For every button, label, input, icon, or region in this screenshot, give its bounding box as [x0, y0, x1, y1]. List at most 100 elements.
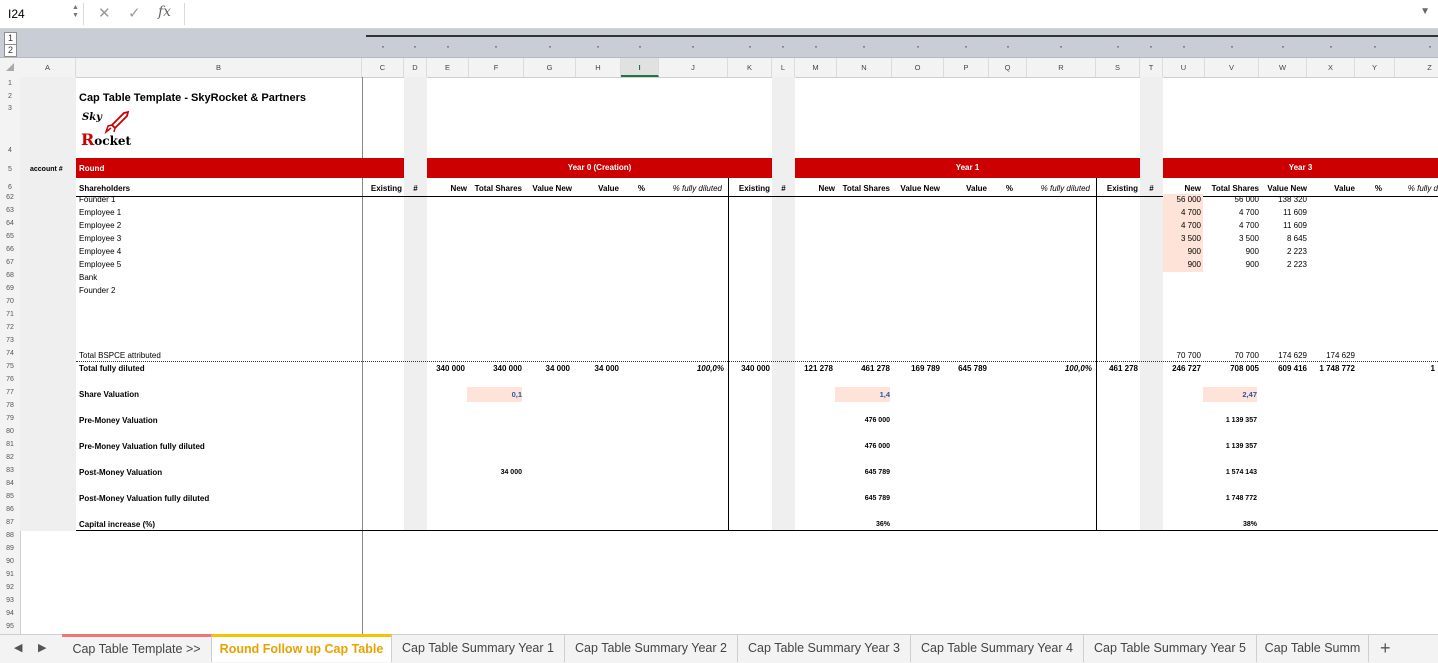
column-header-m[interactable]: M: [795, 58, 837, 77]
formula-expand-icon[interactable]: ▼: [1420, 6, 1430, 17]
outline-dot[interactable]: ·: [916, 40, 920, 52]
column-header-a[interactable]: A: [20, 58, 76, 77]
sheet-tab[interactable]: Round Follow up Cap Table: [212, 634, 392, 662]
sheet-tab[interactable]: Cap Table Template >>: [62, 634, 212, 662]
row-header[interactable]: 66: [0, 246, 20, 253]
outline-dot[interactable]: ·: [1329, 40, 1333, 52]
column-header-y[interactable]: Y: [1355, 58, 1395, 77]
row-header[interactable]: 6: [0, 184, 20, 191]
confirm-icon[interactable]: ✓: [128, 4, 141, 22]
outline-dot[interactable]: ·: [1006, 40, 1010, 52]
outline-dot[interactable]: ·: [638, 40, 642, 52]
row-header[interactable]: 88: [0, 532, 20, 539]
row-header[interactable]: 3: [0, 105, 20, 112]
column-header-v[interactable]: V: [1205, 58, 1259, 77]
column-header-e[interactable]: E: [427, 58, 469, 77]
sheet-tab[interactable]: Cap Table Summary Year 5: [1084, 634, 1257, 662]
column-header-q[interactable]: Q: [989, 58, 1027, 77]
column-header-k[interactable]: K: [728, 58, 772, 77]
row-header[interactable]: 68: [0, 272, 20, 279]
row-header[interactable]: 73: [0, 337, 20, 344]
row-header[interactable]: 63: [0, 207, 20, 214]
outline-dot[interactable]: ·: [1373, 40, 1377, 52]
outline-dot[interactable]: ·: [446, 40, 450, 52]
row-header[interactable]: 65: [0, 233, 20, 240]
select-all-icon[interactable]: [6, 63, 14, 71]
outline-dot[interactable]: ·: [748, 40, 752, 52]
column-header-d[interactable]: D: [404, 58, 427, 77]
add-sheet-icon[interactable]: +: [1380, 634, 1391, 662]
outline-dot[interactable]: ·: [814, 40, 818, 52]
outline-dot[interactable]: ·: [964, 40, 968, 52]
row-header[interactable]: 70: [0, 298, 20, 305]
row-header[interactable]: 69: [0, 285, 20, 292]
column-header-j[interactable]: J: [659, 58, 728, 77]
row-header[interactable]: 4: [0, 147, 20, 154]
outline-dot[interactable]: ·: [548, 40, 552, 52]
outline-dot[interactable]: ·: [1149, 40, 1153, 52]
row-header[interactable]: 1: [0, 80, 20, 87]
outline-dot[interactable]: ·: [862, 40, 866, 52]
row-header[interactable]: 72: [0, 324, 20, 331]
column-header-c[interactable]: C: [362, 58, 404, 77]
outline-dot[interactable]: ·: [1230, 40, 1234, 52]
column-header-h[interactable]: H: [576, 58, 621, 77]
row-header[interactable]: 71: [0, 311, 20, 318]
formula-input[interactable]: [190, 4, 1410, 24]
outline-level-2-button[interactable]: 2: [4, 44, 17, 57]
name-box-stepper-icon[interactable]: ▲ ▼: [72, 4, 79, 20]
row-header[interactable]: 78: [0, 402, 20, 409]
cancel-icon[interactable]: ✕: [98, 4, 111, 22]
row-header[interactable]: 93: [0, 597, 20, 604]
share-valuation-y0[interactable]: 0,1: [469, 390, 522, 400]
outline-dot[interactable]: ·: [413, 40, 417, 52]
column-header-w[interactable]: W: [1259, 58, 1307, 77]
row-header[interactable]: 80: [0, 428, 20, 435]
outline-dot[interactable]: ·: [691, 40, 695, 52]
prev-sheet-icon[interactable]: ◀: [14, 634, 22, 662]
row-header[interactable]: 87: [0, 519, 20, 526]
row-header[interactable]: 89: [0, 545, 20, 552]
row-header[interactable]: 67: [0, 259, 20, 266]
column-header-l[interactable]: L: [772, 58, 795, 77]
row-header[interactable]: 91: [0, 571, 20, 578]
row-header[interactable]: 75: [0, 363, 20, 370]
row-header[interactable]: 2: [0, 93, 20, 100]
sheet-tab[interactable]: Cap Table Summ: [1257, 634, 1369, 662]
column-header-z[interactable]: Z: [1395, 58, 1438, 77]
column-header-r[interactable]: R: [1027, 58, 1096, 77]
outline-dot[interactable]: ·: [1281, 40, 1285, 52]
column-header-u[interactable]: U: [1163, 58, 1205, 77]
row-header[interactable]: 5: [0, 166, 20, 173]
sheet-tab[interactable]: Cap Table Summary Year 1: [392, 634, 565, 662]
column-header-s[interactable]: S: [1096, 58, 1140, 77]
row-header[interactable]: 85: [0, 493, 20, 500]
sheet-tab[interactable]: Cap Table Summary Year 3: [738, 634, 911, 662]
row-header[interactable]: 77: [0, 389, 20, 396]
sheet-tab[interactable]: Cap Table Summary Year 2: [565, 634, 738, 662]
outline-dot[interactable]: ·: [781, 40, 785, 52]
row-header[interactable]: 84: [0, 480, 20, 487]
column-header-f[interactable]: F: [469, 58, 524, 77]
row-header[interactable]: 82: [0, 454, 20, 461]
outline-dot[interactable]: ·: [1428, 40, 1432, 52]
share-valuation-y1[interactable]: 1,4: [837, 390, 890, 400]
row-header[interactable]: 74: [0, 350, 20, 357]
outline-dot[interactable]: ·: [1059, 40, 1063, 52]
outline-dot[interactable]: ·: [381, 40, 385, 52]
sheet-tab[interactable]: Cap Table Summary Year 4: [911, 634, 1084, 662]
row-header[interactable]: 95: [0, 623, 20, 630]
column-header-o[interactable]: O: [892, 58, 944, 77]
column-header-n[interactable]: N: [837, 58, 892, 77]
row-header[interactable]: 62: [0, 194, 20, 201]
row-header[interactable]: 94: [0, 610, 20, 617]
fx-icon[interactable]: fx: [158, 4, 171, 20]
column-header-p[interactable]: P: [944, 58, 989, 77]
row-header[interactable]: 83: [0, 467, 20, 474]
column-header-i[interactable]: I: [621, 58, 659, 77]
next-sheet-icon[interactable]: ▶: [38, 634, 46, 662]
row-header[interactable]: 64: [0, 220, 20, 227]
row-header[interactable]: 92: [0, 584, 20, 591]
share-valuation-y3[interactable]: 2,47: [1205, 390, 1257, 400]
row-header[interactable]: 79: [0, 415, 20, 422]
